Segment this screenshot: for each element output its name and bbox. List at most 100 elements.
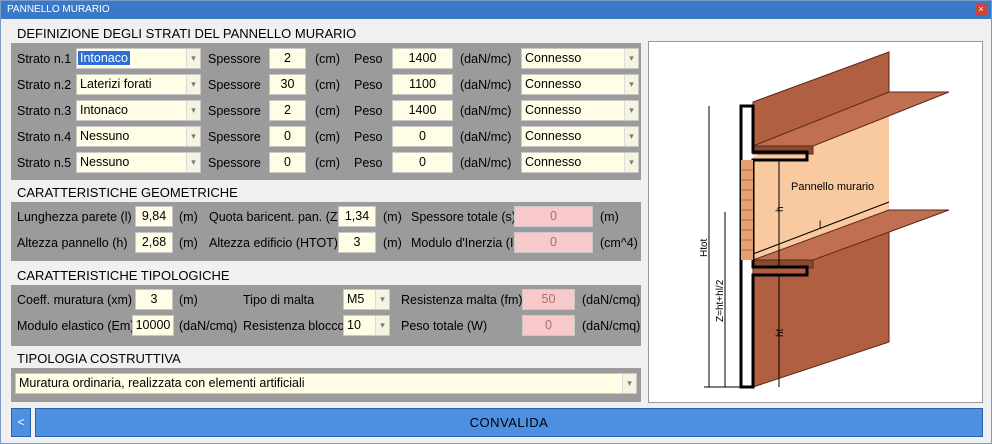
- layers-section-title: DEFINIZIONE DEGLI STRATI DEL PANNELLO MU…: [17, 26, 357, 41]
- construction-type-select[interactable]: Muratura ordinaria, realizzata con eleme…: [15, 373, 637, 394]
- thickness-input[interactable]: 2: [269, 48, 306, 69]
- layer-material-value: Intonaco: [78, 51, 130, 65]
- inertia-modulus-label: Modulo d'Inerzia (I): [411, 236, 518, 250]
- weight-input[interactable]: 1400: [392, 48, 453, 69]
- geometry-panel: Lunghezza parete (l) 9,84 (m) Quota bari…: [11, 202, 641, 261]
- title-bar: PANNELLO MURARIO ×: [1, 1, 991, 19]
- confirm-button[interactable]: CONVALIDA: [35, 408, 983, 437]
- inertia-modulus-output: 0: [514, 232, 593, 253]
- weight-label: Peso: [354, 130, 383, 144]
- construction-panel: Muratura ordinaria, realizzata con eleme…: [11, 368, 641, 402]
- weight-input[interactable]: 1100: [392, 74, 453, 95]
- weight-unit: (daN/mc): [460, 104, 512, 118]
- weight-label: Peso: [354, 156, 383, 170]
- panel-height-input[interactable]: 2,68: [135, 232, 173, 253]
- thickness-input[interactable]: 0: [269, 152, 306, 173]
- thickness-input[interactable]: 0: [269, 126, 306, 147]
- total-weight-label: Peso totale (W): [401, 319, 488, 333]
- centroid-height-label: Quota baricent. pan. (Z): [209, 210, 342, 224]
- centroid-height-unit: (m): [383, 210, 402, 224]
- connection-select[interactable]: Connesso ▾: [521, 74, 639, 95]
- weight-unit: (daN/mc): [460, 52, 512, 66]
- weight-input[interactable]: 0: [392, 126, 453, 147]
- chevron-down-icon[interactable]: ▾: [624, 127, 638, 146]
- total-thickness-unit: (m): [600, 210, 619, 224]
- z-label: Z=ht+hl/2: [715, 279, 726, 322]
- mortar-strength-label: Resistenza malta (fm): [401, 293, 523, 307]
- typology-section-title: CARATTERISTICHE TIPOLOGICHE: [17, 268, 230, 283]
- close-button[interactable]: ×: [975, 4, 987, 16]
- wall-length-label: Lunghezza parete (l): [17, 210, 132, 224]
- ht-label: ht: [775, 328, 786, 337]
- thickness-unit: (cm): [315, 52, 340, 66]
- building-height-input[interactable]: 3: [338, 232, 376, 253]
- layer-material-value: Intonaco: [80, 103, 128, 117]
- mortar-type-select[interactable]: M5 ▾: [343, 289, 390, 310]
- panel-height-label: Altezza pannello (h): [17, 236, 128, 250]
- layer-material-select[interactable]: Laterizi forati ▾: [76, 74, 201, 95]
- weight-label: Peso: [354, 78, 383, 92]
- total-weight-unit: (daN/cmq): [582, 319, 641, 333]
- chevron-down-icon[interactable]: ▾: [624, 49, 638, 68]
- connection-value: Connesso: [525, 155, 582, 169]
- chevron-down-icon[interactable]: ▾: [375, 316, 389, 335]
- chevron-down-icon[interactable]: ▾: [624, 75, 638, 94]
- chevron-down-icon[interactable]: ▾: [186, 153, 200, 172]
- total-thickness-output: 0: [514, 206, 593, 227]
- layer-label: Strato n.1: [17, 52, 72, 66]
- thickness-label: Spessore: [208, 78, 261, 92]
- weight-input[interactable]: 1400: [392, 100, 453, 121]
- mortar-strength-output: 50: [522, 289, 575, 310]
- layer-material-select[interactable]: Intonaco ▾: [76, 100, 201, 121]
- chevron-down-icon[interactable]: ▾: [186, 49, 200, 68]
- thickness-input[interactable]: 2: [269, 100, 306, 121]
- wall-diagram-svg: Pannello murario h l Htot Z=ht+hl/2 ht: [699, 51, 950, 389]
- weight-input[interactable]: 0: [392, 152, 453, 173]
- wall-diagram: Pannello murario h l Htot Z=ht+hl/2 ht: [648, 41, 983, 403]
- masonry-coeff-label: Coeff. muratura (xm): [17, 293, 133, 307]
- wall-length-input[interactable]: 9,84: [135, 206, 173, 227]
- connection-select[interactable]: Connesso ▾: [521, 100, 639, 121]
- elastic-modulus-unit: (daN/cmq): [179, 319, 238, 333]
- total-thickness-label: Spessore totale (s): [411, 210, 516, 224]
- layer-material-select[interactable]: Nessuno ▾: [76, 126, 201, 147]
- chevron-down-icon[interactable]: ▾: [622, 374, 636, 393]
- chevron-down-icon[interactable]: ▾: [186, 127, 200, 146]
- layer-label: Strato n.2: [17, 78, 72, 92]
- layer-material-value: Nessuno: [80, 155, 130, 169]
- layer-material-select[interactable]: Nessuno ▾: [76, 152, 201, 173]
- chevron-down-icon[interactable]: ▾: [624, 101, 638, 120]
- panel-label: Pannello murario: [791, 181, 874, 193]
- chevron-down-icon[interactable]: ▾: [375, 290, 389, 309]
- building-height-unit: (m): [383, 236, 402, 250]
- chevron-down-icon[interactable]: ▾: [186, 75, 200, 94]
- l-label: l: [819, 220, 821, 231]
- connection-select[interactable]: Connesso ▾: [521, 126, 639, 147]
- centroid-height-input[interactable]: 1,34: [338, 206, 376, 227]
- block-strength-select[interactable]: 10 ▾: [343, 315, 390, 336]
- connection-select[interactable]: Connesso ▾: [521, 152, 639, 173]
- back-button[interactable]: <: [11, 408, 31, 437]
- thickness-label: Spessore: [208, 52, 261, 66]
- mortar-strength-unit: (daN/cmq): [582, 293, 641, 307]
- typology-panel: Coeff. muratura (xm) 3 (m) Tipo di malta…: [11, 285, 641, 346]
- layer-material-select[interactable]: Intonaco ▾: [76, 48, 201, 69]
- masonry-coeff-unit: (m): [179, 293, 198, 307]
- weight-label: Peso: [354, 52, 383, 66]
- connection-value: Connesso: [525, 51, 582, 65]
- total-weight-output: 0: [522, 315, 575, 336]
- panel-height-unit: (m): [179, 236, 198, 250]
- chevron-down-icon[interactable]: ▾: [624, 153, 638, 172]
- window-title: PANNELLO MURARIO: [7, 4, 110, 15]
- thickness-label: Spessore: [208, 130, 261, 144]
- connection-select[interactable]: Connesso ▾: [521, 48, 639, 69]
- block-strength-value: 10: [347, 318, 361, 332]
- thickness-input[interactable]: 30: [269, 74, 306, 95]
- block-strength-label: Resistenza blocco: [243, 319, 345, 333]
- thickness-unit: (cm): [315, 104, 340, 118]
- thickness-unit: (cm): [315, 130, 340, 144]
- masonry-coeff-input[interactable]: 3: [135, 289, 173, 310]
- connection-value: Connesso: [525, 103, 582, 117]
- elastic-modulus-input[interactable]: 10000: [132, 315, 174, 336]
- chevron-down-icon[interactable]: ▾: [186, 101, 200, 120]
